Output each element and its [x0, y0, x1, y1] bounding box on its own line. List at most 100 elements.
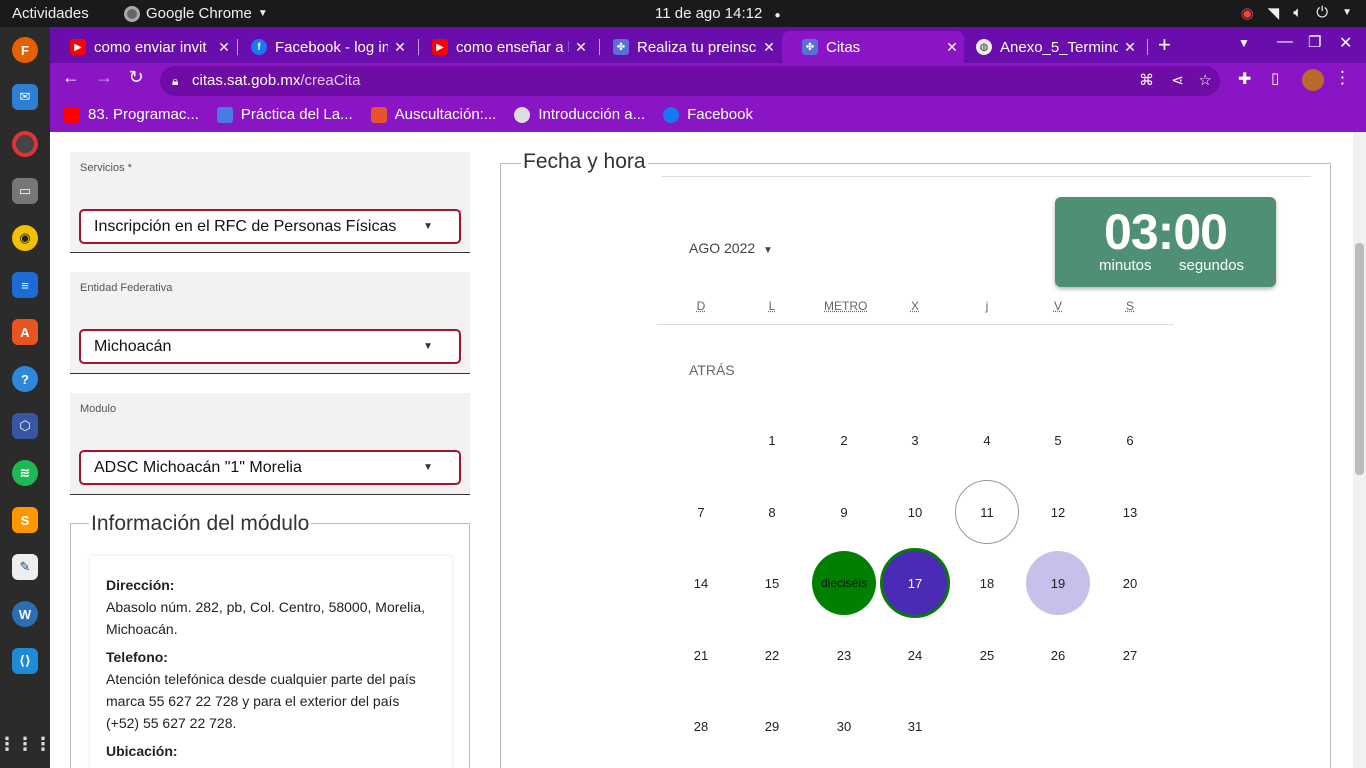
calendar-day[interactable]: 27 [1098, 623, 1162, 687]
calendar-day[interactable]: 12 [1026, 480, 1090, 544]
side-panel-icon[interactable]: ▯ [1271, 69, 1279, 87]
system-top-bar: Actividades Google Chrome ▼ 11 de ago 14… [0, 0, 1366, 27]
close-icon[interactable]: ✕ [1118, 39, 1142, 56]
calendar-day[interactable]: 11 [955, 480, 1019, 544]
calendar-day[interactable]: 25 [955, 623, 1019, 687]
back-button[interactable]: ← [58, 67, 84, 88]
extensions-icon[interactable]: ✚ [1238, 69, 1251, 89]
calendar-day[interactable]: 18 [955, 551, 1019, 615]
virtualbox-icon[interactable]: ⬡ [12, 413, 38, 439]
back-label: ATRÁS [689, 362, 735, 378]
chrome-icon[interactable] [12, 131, 38, 157]
entidad-select[interactable]: Michoacán ▼ [79, 329, 461, 364]
bookmark-item[interactable]: Auscultación:... [370, 106, 496, 123]
servicios-select[interactable]: Inscripción en el RFC de Personas Física… [79, 209, 461, 244]
translate-icon[interactable]: ⌘ [1139, 66, 1154, 96]
month-label: AGO 2022 [689, 240, 756, 256]
spotify-icon[interactable]: ≋ [12, 460, 38, 486]
select-value: Michoacán [94, 338, 172, 355]
tab-citas[interactable]: ✤ Citas ✕ [782, 31, 964, 63]
bookmark-item[interactable]: 83. Programac... [64, 106, 199, 123]
close-icon[interactable]: ✕ [757, 39, 781, 56]
maximize-button[interactable]: ❐ [1308, 33, 1321, 51]
close-window-button[interactable]: ✕ [1339, 33, 1352, 53]
calendar-day[interactable]: 30 [812, 694, 876, 758]
calendar-day[interactable]: 26 [1026, 623, 1090, 687]
section-title: Fecha y hora [521, 150, 648, 174]
app-icon[interactable]: W [12, 601, 38, 627]
calendar-day[interactable]: 29 [740, 694, 804, 758]
weekday-label: V [1053, 299, 1062, 313]
clock[interactable]: 11 de ago 14:12 ● [655, 5, 781, 22]
sublime-icon[interactable]: S [12, 507, 38, 533]
reload-button[interactable]: ↻ [123, 67, 149, 88]
text-editor-icon[interactable]: ✎ [12, 554, 38, 580]
calendar-day[interactable]: 5 [1026, 408, 1090, 472]
url-path: /creaCita [300, 72, 361, 89]
tab-anexo[interactable]: ◍ Anexo_5_Termino ✕ [956, 31, 1142, 63]
activities-button[interactable]: Actividades [12, 5, 89, 22]
calendar-day[interactable]: 14 [669, 551, 733, 615]
share-icon[interactable]: ⋖ [1171, 66, 1184, 96]
menu-icon[interactable]: ⋮ [1334, 68, 1351, 88]
new-tab-button[interactable]: + [1158, 32, 1171, 58]
tab-youtube-1[interactable]: ▶ como enviar invit ✕ [50, 31, 236, 63]
forward-button[interactable]: → [91, 67, 117, 88]
calendar-day[interactable]: 9 [812, 480, 876, 544]
star-icon[interactable]: ☆ [1199, 66, 1212, 96]
system-tray[interactable]: ◉ ◥ 🔈︎ ⏻ ▼ [1241, 4, 1352, 22]
scrollbar-thumb[interactable] [1355, 243, 1364, 475]
thunderbird-icon[interactable]: ✉ [12, 84, 38, 110]
vscode-icon[interactable]: ⟨⟩ [12, 648, 38, 674]
calendar-day[interactable]: 8 [740, 480, 804, 544]
calendar-day[interactable]: 7 [669, 480, 733, 544]
select-value: ADSC Michoacán "1" Morelia [94, 459, 302, 476]
tab-search-icon[interactable]: ▼ [1238, 36, 1250, 50]
files-icon[interactable]: ▭ [12, 178, 38, 204]
select-value: Inscripción en el RFC de Personas Física… [94, 218, 397, 235]
calendar-day[interactable]: dieciséis [812, 551, 876, 615]
software-icon[interactable]: A [12, 319, 38, 345]
bookmark-item[interactable]: Facebook [663, 106, 753, 123]
minimize-button[interactable]: — [1277, 33, 1293, 51]
app-name: Google Chrome [146, 5, 252, 22]
chrome-tray-icon[interactable]: ◉ [1241, 4, 1254, 22]
calendar-day[interactable]: 20 [1098, 551, 1162, 615]
calendar-day[interactable]: 10 [883, 480, 947, 544]
address-bar[interactable]: 🔒︎ citas.sat.gob.mx/creaCita ⌘ ⋖ ☆ [160, 66, 1220, 96]
close-icon[interactable]: ✕ [569, 39, 593, 56]
writer-icon[interactable]: ≡ [12, 272, 38, 298]
tab-youtube-2[interactable]: ▶ como enseñar a l ✕ [412, 31, 593, 63]
facebook-icon [663, 106, 680, 123]
calendar-day[interactable]: 13 [1098, 480, 1162, 544]
rhythmbox-icon[interactable]: ◉ [12, 225, 38, 251]
tab-facebook[interactable]: f Facebook - log in ✕ [231, 31, 412, 63]
month-select[interactable]: AGO 2022 ▼ [689, 240, 773, 256]
calendar-day[interactable]: 22 [740, 623, 804, 687]
calendar-day[interactable]: 21 [669, 623, 733, 687]
calendar-day[interactable]: 2 [812, 408, 876, 472]
telefono-label: Telefono: [106, 649, 168, 665]
tab-label: Realiza tu preinsc [637, 38, 757, 56]
calendar-day[interactable]: 31 [883, 694, 947, 758]
modulo-select[interactable]: ADSC Michoacán "1" Morelia ▼ [79, 450, 461, 485]
calendar-day[interactable]: 6 [1098, 408, 1162, 472]
calendar-day[interactable]: 17 [880, 548, 950, 618]
calendar-day[interactable]: 15 [740, 551, 804, 615]
firefox-icon[interactable]: F [12, 37, 38, 63]
close-icon[interactable]: ✕ [388, 39, 412, 56]
calendar-day[interactable]: 19 [1026, 551, 1090, 615]
avatar[interactable] [1302, 69, 1324, 91]
app-menu[interactable]: Google Chrome ▼ [124, 5, 268, 22]
calendar-day[interactable]: 28 [669, 694, 733, 758]
show-apps-icon[interactable]: ⋮⋮⋮ [0, 731, 52, 757]
calendar-day[interactable]: 1 [740, 408, 804, 472]
tab-preinscripcion[interactable]: ✤ Realiza tu preinsc ✕ [593, 31, 781, 63]
calendar-day[interactable]: 23 [812, 623, 876, 687]
calendar-day[interactable]: 3 [883, 408, 947, 472]
calendar-day[interactable]: 4 [955, 408, 1019, 472]
bookmark-item[interactable]: Introducción a... [514, 106, 645, 123]
bookmark-item[interactable]: Práctica del La... [216, 106, 353, 123]
calendar-day[interactable]: 24 [883, 623, 947, 687]
help-icon[interactable]: ? [12, 366, 38, 392]
